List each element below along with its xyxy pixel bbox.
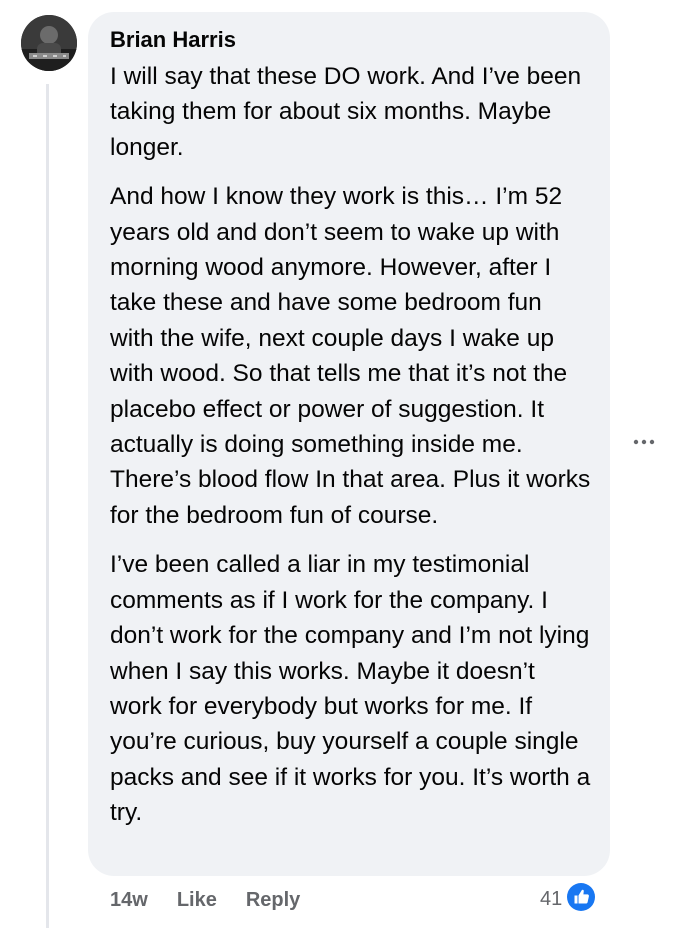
reply-button[interactable]: Reply: [246, 889, 300, 912]
avatar-image: [21, 15, 77, 71]
comment-paragraph-2: And how I know they work is this… I’m 52…: [110, 183, 591, 529]
comment-paragraph-3: I’ve been called a liar in my testimonia…: [110, 551, 591, 827]
like-button[interactable]: Like: [177, 889, 217, 912]
avatar[interactable]: [21, 15, 77, 71]
comment-bubble: Brian Harris I will say that these DO wo…: [88, 12, 610, 876]
comment-timestamp[interactable]: 14w: [110, 889, 148, 912]
comment-author[interactable]: Brian Harris: [110, 27, 592, 53]
reaction-count: 41: [540, 887, 563, 910]
thread-line: [46, 84, 49, 928]
thumbs-up-icon: [564, 880, 598, 919]
more-options-icon[interactable]: [630, 430, 660, 454]
reaction-summary[interactable]: 41: [540, 880, 598, 919]
comment-paragraph-1: I will say that these DO work. And I’ve …: [110, 63, 582, 161]
comment-actions: 14w Like Reply: [110, 886, 300, 914]
